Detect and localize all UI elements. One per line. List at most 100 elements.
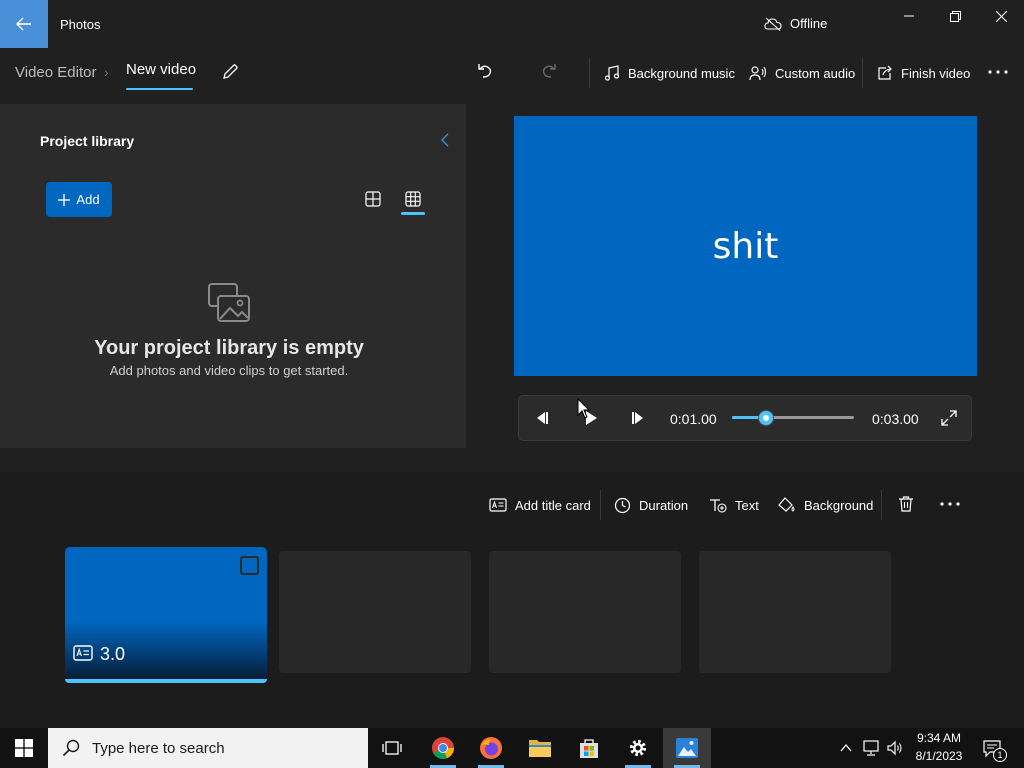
small-grid-view-button[interactable]: [404, 190, 422, 208]
rename-button[interactable]: [218, 60, 242, 84]
finish-video-label: Finish video: [901, 65, 971, 81]
collapse-library-button[interactable]: [438, 132, 452, 148]
firefox-icon: [480, 737, 502, 759]
undo-button[interactable]: [474, 60, 498, 84]
empty-clip-slot[interactable]: [489, 551, 681, 673]
trash-icon: [899, 496, 913, 512]
plus-icon: [58, 193, 71, 206]
person-audio-icon: [749, 66, 767, 81]
offline-label: Offline: [790, 16, 828, 31]
empty-clip-slot[interactable]: [699, 551, 891, 673]
more-options-button[interactable]: [986, 62, 1010, 82]
project-library-panel: [0, 104, 466, 448]
breadcrumb-chevron-icon: ›: [104, 64, 109, 80]
preview-title-text: shit: [712, 225, 779, 267]
duration-button[interactable]: Duration: [614, 496, 688, 514]
empty-clip-slot[interactable]: [279, 551, 471, 673]
duration-label: Duration: [639, 497, 689, 513]
windows-logo-icon: [15, 739, 33, 757]
text-button[interactable]: Text: [709, 496, 759, 514]
background-button[interactable]: Background: [778, 496, 873, 514]
breadcrumb-video-editor[interactable]: Video Editor: [15, 64, 96, 81]
notification-badge: 1: [993, 748, 1007, 762]
text-label: Text: [735, 497, 759, 513]
start-button[interactable]: [0, 728, 48, 768]
storyboard-clip[interactable]: [65, 547, 267, 682]
view-selected-indicator: [401, 212, 425, 215]
toolbar-separator: [862, 58, 863, 88]
add-label: Add: [76, 192, 100, 207]
search-placeholder: Type here to search: [92, 739, 225, 757]
delete-button[interactable]: [897, 495, 915, 513]
photos-app-button[interactable]: [663, 728, 711, 768]
redo-icon: [542, 64, 556, 78]
photos-icon: [676, 738, 698, 758]
taskbar-search-box[interactable]: Type here to search: [48, 728, 368, 768]
video-preview[interactable]: shit: [514, 116, 977, 376]
storyboard-more-button[interactable]: [938, 494, 962, 514]
music-note-icon: [604, 65, 620, 81]
chrome-icon: [432, 737, 454, 759]
clock-time[interactable]: 9:34 AM: [906, 731, 972, 745]
undo-icon: [478, 64, 492, 78]
background-music-label: Background music: [628, 65, 735, 81]
clock-date[interactable]: 8/1/2023: [906, 749, 972, 763]
background-label: Background: [804, 497, 874, 513]
fullscreen-button[interactable]: [940, 409, 958, 427]
store-icon: [580, 739, 598, 758]
storyboard-separator: [881, 490, 882, 520]
custom-audio-button[interactable]: Custom audio: [749, 63, 855, 83]
taskbar-store[interactable]: [565, 728, 613, 768]
arrow-left-icon: [16, 17, 31, 31]
task-view-button[interactable]: [368, 728, 416, 768]
clip-selected-indicator: [65, 679, 267, 683]
speaker-icon: [887, 740, 902, 756]
taskbar-settings[interactable]: [614, 728, 662, 768]
offline-status[interactable]: Offline: [764, 16, 827, 31]
custom-audio-label: Custom audio: [775, 65, 856, 81]
minimize-button[interactable]: [886, 0, 932, 32]
back-button[interactable]: [0, 0, 48, 48]
current-time: 0:01.00: [670, 411, 717, 427]
search-icon: [62, 739, 80, 757]
large-grid-view-button[interactable]: [364, 190, 382, 208]
add-button[interactable]: Add: [46, 182, 112, 217]
breadcrumb-underline: [126, 88, 193, 90]
paint-bucket-icon: [778, 497, 795, 512]
empty-library-title: Your project library is empty: [94, 337, 364, 359]
show-hidden-icons-button[interactable]: [838, 740, 854, 756]
next-frame-button[interactable]: [628, 408, 648, 428]
add-title-card-button[interactable]: Add title card: [489, 496, 591, 514]
photos-placeholder-icon: [206, 282, 252, 324]
volume-button[interactable]: [886, 739, 904, 757]
task-view-icon: [382, 741, 402, 755]
expand-icon: [941, 410, 957, 426]
close-icon: [995, 10, 1007, 22]
total-time: 0:03.00: [872, 411, 919, 427]
chevron-up-icon: [840, 743, 852, 752]
taskbar-chrome[interactable]: [419, 728, 467, 768]
title-bar: [0, 0, 1024, 48]
project-library-title: Project library: [40, 133, 135, 149]
restore-button[interactable]: [932, 0, 978, 32]
mouse-cursor-icon: [577, 398, 591, 420]
clock-icon: [614, 497, 631, 513]
storyboard-separator: [600, 490, 601, 520]
empty-library-subtitle: Add photos and video clips to get starte…: [109, 363, 349, 378]
title-card-icon: [489, 498, 507, 512]
taskbar-firefox[interactable]: [467, 728, 515, 768]
toolbar-separator: [589, 58, 590, 88]
redo-button[interactable]: [540, 60, 564, 84]
chevron-left-icon: [441, 133, 449, 147]
folder-icon: [529, 740, 551, 757]
background-music-button[interactable]: Background music: [604, 63, 735, 83]
finish-video-button[interactable]: Finish video: [877, 63, 970, 83]
breadcrumb-current: New video: [126, 61, 197, 78]
clip-checkbox[interactable]: [240, 556, 259, 575]
pencil-icon: [223, 64, 238, 79]
close-button[interactable]: [978, 0, 1024, 32]
previous-frame-button[interactable]: [532, 408, 552, 428]
taskbar-file-explorer[interactable]: [516, 728, 564, 768]
network-button[interactable]: [862, 739, 880, 757]
clip-duration: 3.0: [100, 644, 126, 664]
